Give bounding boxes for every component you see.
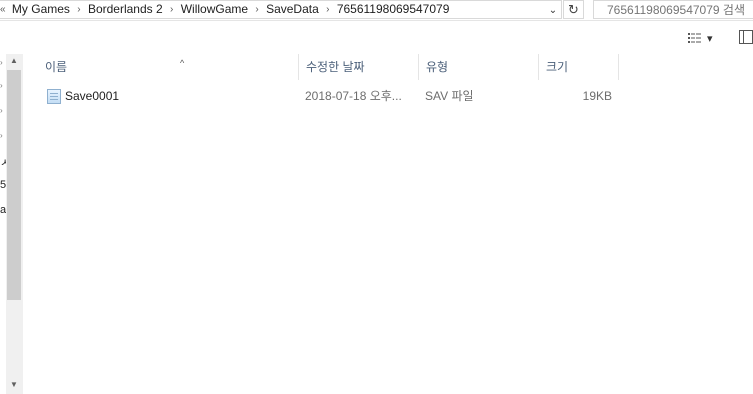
change-view-button[interactable]: ▾	[688, 30, 724, 46]
nav-scrollbar[interactable]: ▲ ▼	[6, 54, 22, 394]
scrollbar-thumb[interactable]	[7, 70, 21, 300]
column-header-date-label: 수정한 날짜	[306, 60, 365, 74]
expand-arrow-icon[interactable]: ›	[0, 81, 3, 90]
search-input[interactable]	[593, 0, 753, 19]
column-header-size[interactable]: 크기	[539, 54, 619, 80]
refresh-button[interactable]: ↻	[563, 0, 584, 19]
navigation-pane: › › › › ㅅ 5· ar ▲ ▼	[0, 54, 23, 394]
file-type: SAV 파일	[425, 89, 474, 103]
file-row[interactable]: Save0001 2018-07-18 오후... SAV 파일 19KB	[39, 84, 639, 108]
command-bar: ▾	[0, 21, 753, 53]
breadcrumb-savedata[interactable]: SaveData	[266, 1, 319, 18]
column-headers: 이름 ^ 수정한 날짜 유형 크기	[22, 54, 753, 80]
breadcrumb-overflow-icon[interactable]: «	[0, 1, 6, 18]
file-list: 이름 ^ 수정한 날짜 유형 크기 Save0001 2018-07-18 오후…	[22, 54, 753, 394]
scroll-down-icon[interactable]: ▼	[6, 380, 22, 392]
column-header-date[interactable]: 수정한 날짜	[299, 54, 419, 80]
address-bar-row: « My Games › Borderlands 2 › WillowGame …	[0, 0, 753, 21]
expand-arrow-icon[interactable]: ›	[0, 106, 3, 115]
breadcrumb-separator-icon[interactable]: ›	[170, 1, 173, 18]
address-bar[interactable]: « My Games › Borderlands 2 › WillowGame …	[0, 0, 562, 19]
column-header-type-label: 유형	[426, 60, 449, 74]
scroll-up-icon[interactable]: ▲	[6, 56, 22, 68]
breadcrumb-borderlands-2[interactable]: Borderlands 2	[88, 1, 163, 18]
file-date: 2018-07-18 오후...	[305, 89, 402, 103]
breadcrumb-my-games[interactable]: My Games	[12, 1, 70, 18]
breadcrumb-willowgame[interactable]: WillowGame	[181, 1, 248, 18]
expand-arrow-icon[interactable]: ›	[0, 58, 3, 67]
breadcrumb-separator-icon[interactable]: ›	[77, 1, 80, 18]
breadcrumb-separator-icon[interactable]: ›	[255, 1, 258, 18]
column-header-name[interactable]: 이름 ^	[38, 54, 299, 80]
column-header-size-label: 크기	[546, 60, 569, 74]
file-name: Save0001	[65, 89, 120, 103]
details-view-icon	[688, 33, 701, 43]
expand-arrow-icon[interactable]: ›	[0, 131, 3, 140]
column-header-name-label: 이름	[45, 60, 68, 74]
breadcrumb-current-folder[interactable]: 76561198069547079	[337, 1, 450, 18]
preview-pane-button[interactable]	[739, 30, 753, 44]
chevron-down-icon[interactable]: ⌄	[545, 1, 561, 18]
file-icon	[47, 89, 61, 104]
dropdown-arrow-icon: ▾	[707, 32, 713, 45]
breadcrumb-separator-icon[interactable]: ›	[326, 1, 329, 18]
refresh-icon: ↻	[568, 1, 579, 17]
column-header-type[interactable]: 유형	[419, 54, 539, 80]
file-size: 19KB	[582, 89, 612, 103]
sort-ascending-icon: ^	[180, 58, 185, 68]
